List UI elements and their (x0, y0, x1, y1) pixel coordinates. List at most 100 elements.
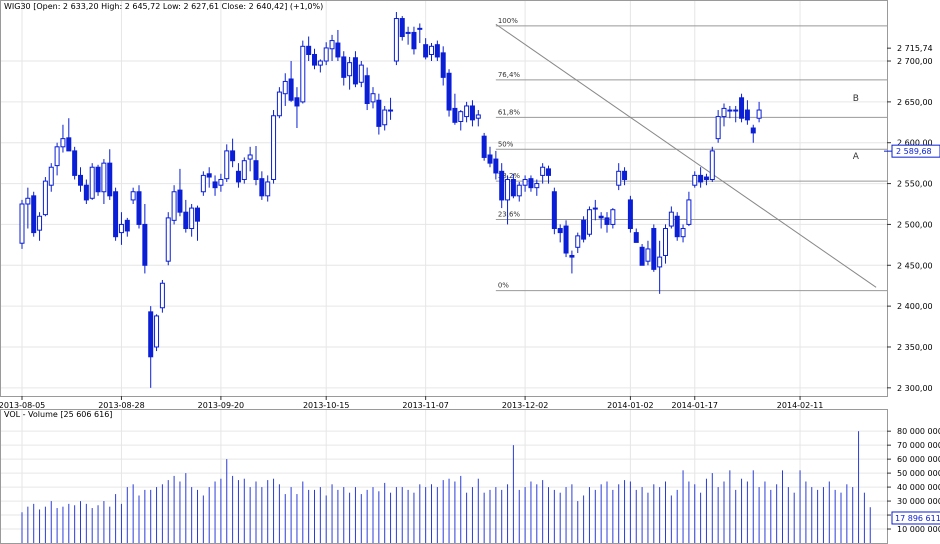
candle-up (709, 150, 715, 180)
volume-title: VOL - Volume (4, 410, 58, 419)
candle-up (118, 223, 124, 234)
volume-tick-label: 50 000 000 (897, 469, 940, 478)
candle-up (130, 191, 136, 201)
candle-up (388, 109, 394, 112)
candle-up (218, 178, 224, 186)
candle-up (189, 207, 195, 230)
candle-down (294, 97, 300, 107)
candle-down (253, 160, 259, 180)
price-tick-label: 2 700,00 (897, 57, 933, 66)
date-x-axis: 2013-08-05 2013-08-28 2013-09-20 2013-10-15… (0, 396, 823, 410)
candle-down (399, 18, 405, 38)
candle-down (563, 225, 569, 254)
candle-down (598, 215, 604, 219)
candle-down (235, 170, 241, 183)
candle-up (586, 209, 592, 235)
candle-down (557, 228, 563, 234)
fib-level-label: 61,8% (498, 108, 521, 116)
candle-down (352, 57, 358, 85)
candle-down (546, 168, 551, 176)
candle-up (25, 197, 31, 205)
candle-down (750, 127, 756, 134)
volume-panel: 10 000 00020 000 00030 000 00040 000 000… (0, 409, 940, 544)
candle-down (124, 219, 130, 232)
price-tick-label: 2 400,00 (897, 302, 933, 311)
candle-down (306, 45, 312, 55)
candle-up (323, 47, 329, 62)
candle-down (78, 174, 83, 186)
candle-down (633, 232, 639, 243)
candle-up (592, 207, 598, 210)
candle-up (458, 111, 464, 122)
price-tick-label: 2 300,00 (897, 384, 933, 393)
candle-down (639, 246, 645, 266)
candle-up (668, 211, 674, 227)
candle-down (698, 174, 704, 183)
candle-up (19, 203, 25, 244)
candle-down (469, 105, 475, 121)
candle-down (148, 311, 154, 358)
candle-up (42, 180, 48, 216)
volume-readout: [25 606 616] (60, 410, 113, 419)
candle-up (405, 31, 411, 34)
candle-down (510, 178, 516, 197)
candle-up (733, 109, 739, 112)
date-tick-label: 2014-02-11 (777, 401, 824, 410)
candle-up (165, 217, 171, 262)
candle-down (113, 191, 119, 238)
candle-down (107, 162, 113, 197)
candle-down (423, 44, 429, 58)
candle-down (66, 137, 72, 152)
volume-tick-label: 60 000 000 (897, 455, 940, 464)
candle-down (183, 211, 189, 230)
price-tick-label: 2 500,00 (897, 220, 933, 229)
last-price-label: 2 589,68 (896, 147, 932, 156)
candle-down (452, 107, 458, 123)
candle-up (89, 166, 95, 199)
candle-down (604, 217, 610, 225)
date-tick-label: 2013-11-07 (402, 401, 449, 410)
candle-up (417, 27, 423, 30)
candle-up (534, 183, 540, 189)
candle-up (516, 184, 522, 197)
wave-annotation: B (853, 94, 859, 104)
candle-down (72, 150, 78, 176)
date-tick-label: 2013-09-20 (198, 401, 245, 410)
candle-down (376, 99, 382, 127)
candle-up (610, 209, 616, 225)
candle-up (645, 248, 651, 262)
candle-up (522, 178, 528, 186)
candle-up (616, 170, 622, 186)
candle-down (142, 223, 148, 266)
candle-up (54, 146, 60, 167)
candle-down (499, 170, 505, 201)
candle-up (101, 162, 107, 193)
resistance-label: 2 715,74 (897, 44, 933, 53)
candle-down (739, 97, 745, 119)
volume-tick-label: 80 000 000 (897, 427, 940, 436)
fib-level-label: 50% (498, 140, 514, 148)
candle-up (282, 80, 288, 95)
candle-down (411, 31, 417, 50)
candle-up (464, 105, 470, 118)
volume-legend: VOL - Volume [25 606 616] (4, 410, 112, 419)
candle-down (136, 191, 142, 225)
candle-down (674, 215, 680, 238)
candle-down (493, 158, 499, 174)
candle-down (341, 56, 347, 78)
candle-up (382, 109, 388, 126)
candle-down (446, 72, 452, 111)
date-tick-label: 2013-12-02 (502, 401, 549, 410)
candle-up (300, 45, 306, 103)
volume-tick-label: 10 000 000 (897, 525, 940, 534)
candle-down (703, 176, 709, 180)
candle-up (680, 228, 686, 238)
date-tick-label: 2013-10-15 (303, 401, 350, 410)
date-tick-label: 2013-08-05 (0, 401, 45, 410)
candle-up (329, 40, 335, 50)
candle-down (230, 150, 236, 162)
date-tick-label: 2013-08-28 (98, 401, 145, 410)
candle-up (721, 107, 727, 118)
candle-up (154, 315, 160, 348)
candle-down (364, 75, 370, 105)
